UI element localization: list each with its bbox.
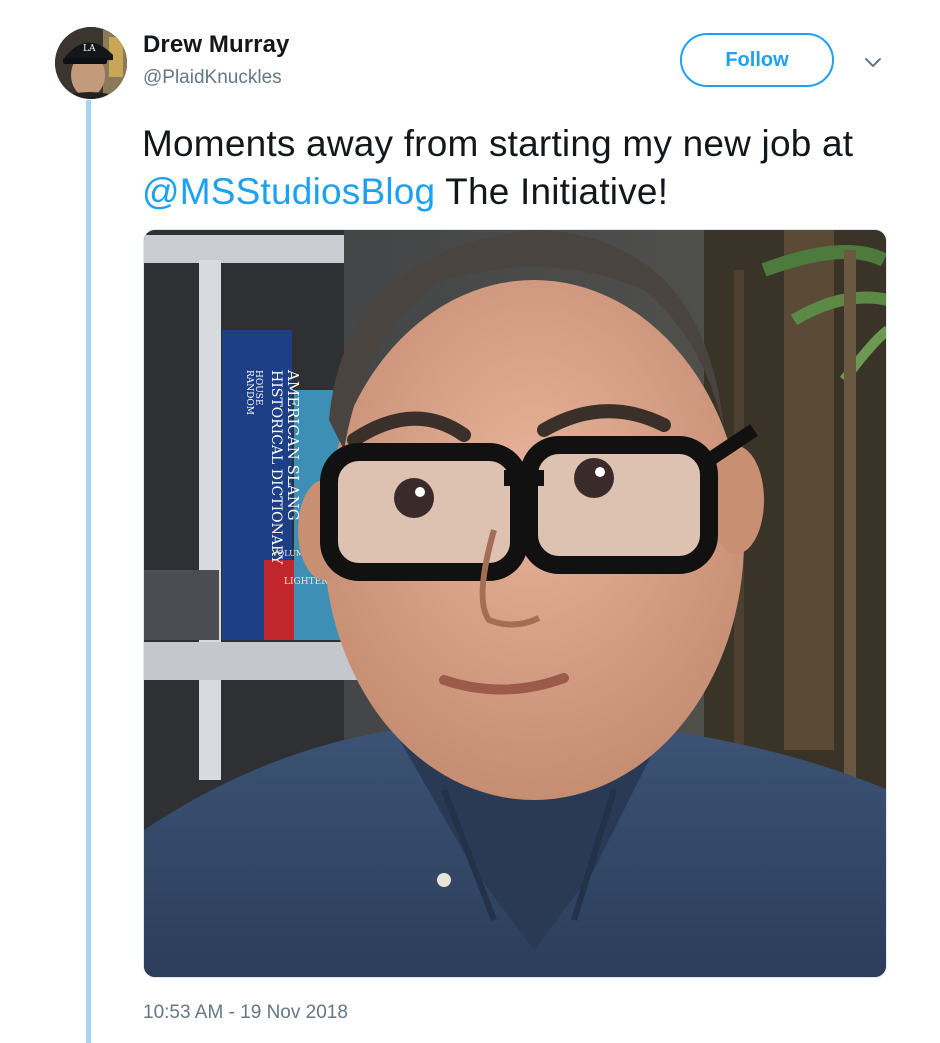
- tweet-photo[interactable]: RANDOM HOUSE HISTORICAL DICTIONARY AMERI…: [143, 229, 887, 978]
- user-handle[interactable]: @PlaidKnuckles: [143, 67, 282, 89]
- photo-illustration: RANDOM HOUSE HISTORICAL DICTIONARY AMERI…: [144, 230, 886, 977]
- avatar-image: LA: [55, 27, 127, 99]
- book-publisher-2: HOUSE: [253, 370, 263, 406]
- svg-text:LA: LA: [83, 44, 96, 54]
- chevron-down-icon: [865, 58, 881, 67]
- book-title-1: HISTORICAL DICTIONARY: [268, 370, 284, 565]
- tweet-text: Moments away from starting my new job at…: [142, 120, 902, 216]
- book-publisher-1: RANDOM: [244, 370, 254, 415]
- thread-line: [86, 100, 91, 1043]
- display-name[interactable]: Drew Murray: [143, 31, 289, 59]
- tweet-timestamp[interactable]: 10:53 AM - 19 Nov 2018: [143, 1002, 348, 1024]
- tweet-card: LA Drew Murray @PlaidKnuckles Follow Mom…: [0, 0, 940, 1043]
- book-title-2: AMERICAN SLANG: [284, 369, 302, 521]
- mention-link[interactable]: @MSStudiosBlog: [142, 171, 435, 212]
- tweet-text-part1: Moments away from starting my new job at: [142, 123, 854, 164]
- tweet-text-part2: The Initiative!: [435, 171, 669, 212]
- avatar[interactable]: LA: [55, 27, 127, 99]
- more-options-button[interactable]: [860, 50, 886, 76]
- follow-button[interactable]: Follow: [680, 33, 834, 87]
